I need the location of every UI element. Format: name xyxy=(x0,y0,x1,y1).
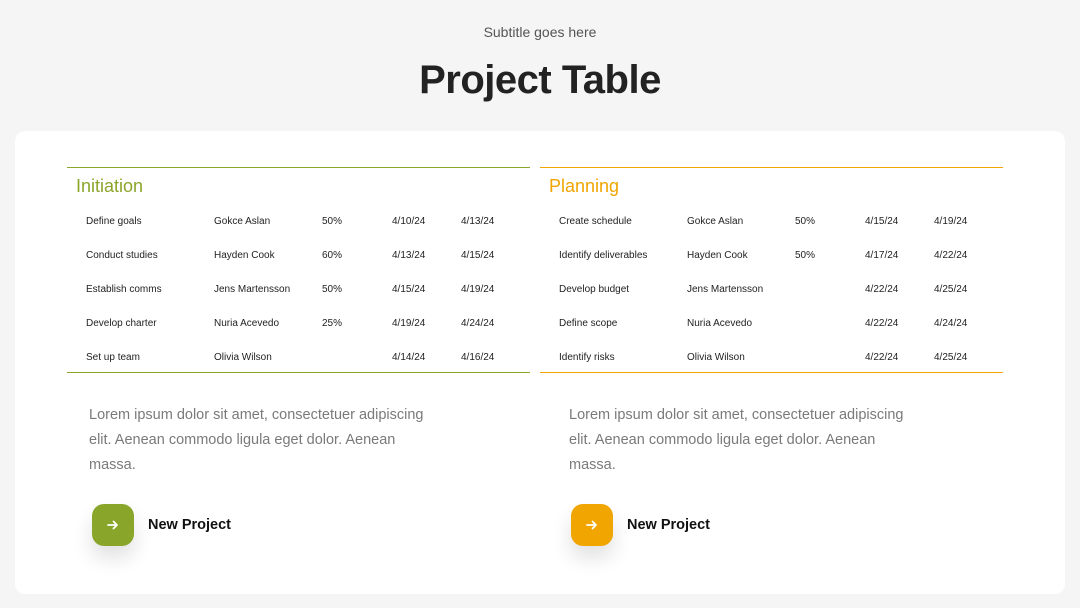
initiation-table: Define goals Gokce Aslan 50% 4/10/24 4/1… xyxy=(67,212,530,382)
task-name: Define goals xyxy=(86,216,142,227)
task-percent: 25% xyxy=(322,318,343,329)
content-card: Initiation Define goals Gokce Aslan 50% … xyxy=(15,131,1065,594)
task-start-date: 4/22/24 xyxy=(865,284,899,295)
task-owner: Nuria Acevedo xyxy=(214,318,280,329)
table-row: Define goals Gokce Aslan 50% 4/10/24 4/1… xyxy=(67,212,530,246)
task-start-date: 4/14/24 xyxy=(392,352,426,363)
task-end-date: 4/15/24 xyxy=(461,250,495,261)
page-title: Project Table xyxy=(419,58,661,102)
task-percent: 60% xyxy=(322,250,343,261)
task-name: Establish comms xyxy=(86,284,162,295)
task-owner: Gokce Aslan xyxy=(687,216,744,227)
task-owner: Jens Martensson xyxy=(687,284,764,295)
task-owner: Olivia Wilson xyxy=(687,352,745,363)
planning-description: Lorem ipsum dolor sit amet, consectetuer… xyxy=(569,407,904,473)
table-row: Set up team Olivia Wilson 4/14/24 4/16/2… xyxy=(67,348,530,382)
task-start-date: 4/13/24 xyxy=(392,250,426,261)
planning-table: Create schedule Gokce Aslan 50% 4/15/24 … xyxy=(540,212,1003,382)
page-subtitle: Subtitle goes here xyxy=(483,24,597,40)
task-owner: Nuria Acevedo xyxy=(687,318,753,329)
task-owner: Hayden Cook xyxy=(687,250,748,261)
task-start-date: 4/15/24 xyxy=(392,284,426,295)
task-start-date: 4/15/24 xyxy=(865,216,899,227)
table-row: Develop budget Jens Martensson 4/22/24 4… xyxy=(540,280,1003,314)
task-end-date: 4/16/24 xyxy=(461,352,495,363)
task-owner: Gokce Aslan xyxy=(214,216,271,227)
task-end-date: 4/19/24 xyxy=(934,216,968,227)
new-project-button-planning[interactable] xyxy=(571,504,613,546)
task-end-date: 4/24/24 xyxy=(461,318,495,329)
table-row: Create schedule Gokce Aslan 50% 4/15/24 … xyxy=(540,212,1003,246)
task-percent: 50% xyxy=(322,284,343,295)
table-row: Define scope Nuria Acevedo 4/22/24 4/24/… xyxy=(540,314,1003,348)
task-name: Define scope xyxy=(559,318,618,329)
task-name: Conduct studies xyxy=(86,250,158,261)
new-project-label-planning[interactable]: New Project xyxy=(627,517,710,533)
table-row: Establish comms Jens Martensson 50% 4/15… xyxy=(67,280,530,314)
planning-section: Planning Create schedule Gokce Aslan 50%… xyxy=(540,167,1003,373)
table-row: Conduct studies Hayden Cook 60% 4/13/24 … xyxy=(67,246,530,280)
section-title-planning: Planning xyxy=(549,176,620,196)
task-name: Set up team xyxy=(86,352,140,363)
initiation-description: Lorem ipsum dolor sit amet, consectetuer… xyxy=(89,407,424,473)
task-start-date: 4/17/24 xyxy=(865,250,899,261)
task-end-date: 4/25/24 xyxy=(934,284,968,295)
arrow-right-icon xyxy=(107,520,118,530)
task-end-date: 4/22/24 xyxy=(934,250,968,261)
table-row: Identify deliverables Hayden Cook 50% 4/… xyxy=(540,246,1003,280)
task-end-date: 4/19/24 xyxy=(461,284,495,295)
task-name: Develop budget xyxy=(559,284,630,295)
new-project-label-initiation[interactable]: New Project xyxy=(148,517,231,533)
task-end-date: 4/13/24 xyxy=(461,216,495,227)
task-name: Create schedule xyxy=(559,216,632,227)
task-start-date: 4/22/24 xyxy=(865,352,899,363)
initiation-section: Initiation Define goals Gokce Aslan 50% … xyxy=(67,167,530,373)
task-percent: 50% xyxy=(322,216,343,227)
task-start-date: 4/22/24 xyxy=(865,318,899,329)
task-start-date: 4/10/24 xyxy=(392,216,426,227)
task-percent: 50% xyxy=(795,250,816,261)
new-project-button-initiation[interactable] xyxy=(92,504,134,546)
task-end-date: 4/25/24 xyxy=(934,352,968,363)
task-end-date: 4/24/24 xyxy=(934,318,968,329)
task-name: Identify deliverables xyxy=(559,250,648,261)
table-row: Identify risks Olivia Wilson 4/22/24 4/2… xyxy=(540,348,1003,382)
task-percent: 50% xyxy=(795,216,816,227)
task-owner: Olivia Wilson xyxy=(214,352,272,363)
task-start-date: 4/19/24 xyxy=(392,318,426,329)
task-owner: Jens Martensson xyxy=(214,284,291,295)
table-row: Develop charter Nuria Acevedo 25% 4/19/2… xyxy=(67,314,530,348)
task-name: Identify risks xyxy=(559,352,615,363)
task-owner: Hayden Cook xyxy=(214,250,275,261)
arrow-right-icon xyxy=(586,520,597,530)
task-name: Develop charter xyxy=(86,318,157,329)
section-title-initiation: Initiation xyxy=(76,176,144,196)
